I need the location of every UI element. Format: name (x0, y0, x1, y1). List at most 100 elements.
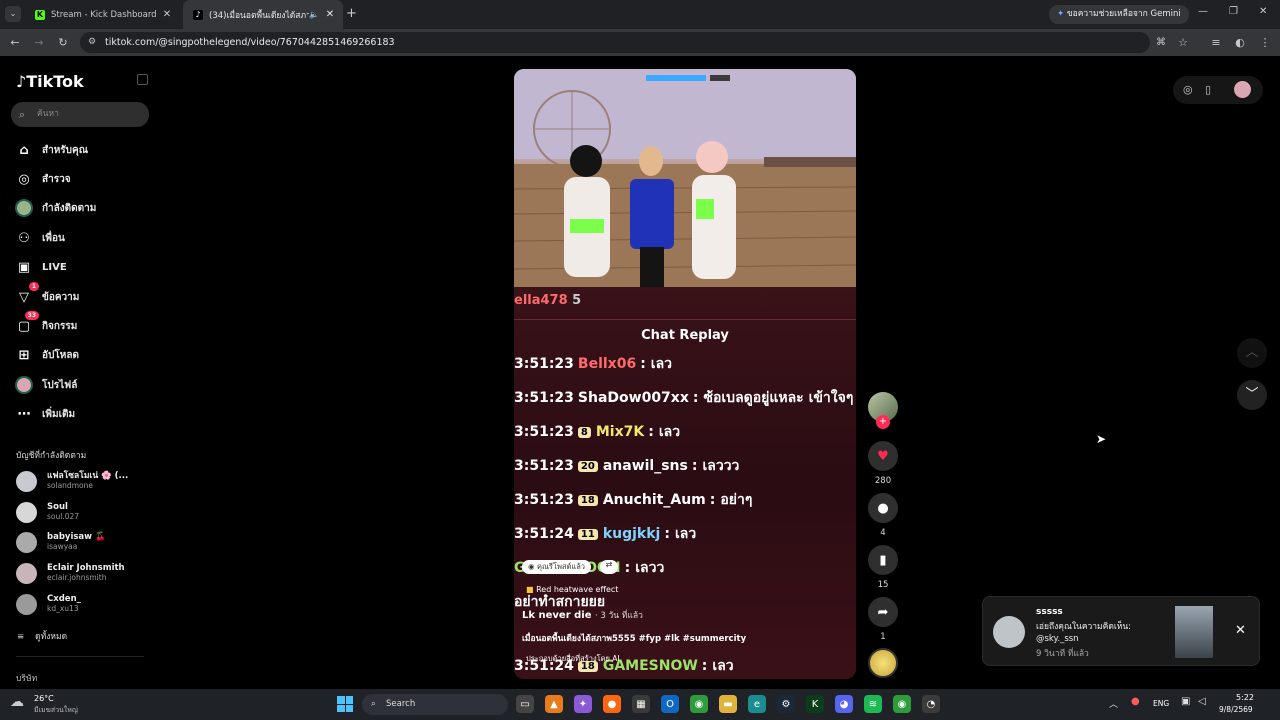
bookmark-star-icon[interactable]: ☆ (1175, 29, 1191, 56)
mic-icon[interactable]: ● (1131, 696, 1140, 707)
following-account[interactable]: Cxden_ kd_xu13 (16, 589, 156, 619)
chat-username: Mix7K (595, 424, 645, 440)
spotify-icon[interactable]: ≋ (864, 695, 882, 713)
close-window-button[interactable]: ✕ (1259, 6, 1267, 17)
following-account[interactable]: แฟลโซลโมเน่ 🌸 (... solandmone (16, 466, 156, 496)
following-account[interactable]: babyisaw 🍒 isawyaa (16, 527, 156, 557)
browser-window: ⌄ K Stream - Kick Dashboard ✕ ♪ (34)เมื่… (0, 0, 1280, 720)
sidebar-item-6[interactable]: ▽ 1 ข้อความ (15, 282, 155, 308)
account-avatar (16, 501, 37, 523)
user-avatar[interactable] (1234, 81, 1251, 98)
like-button[interactable]: ♥ (868, 441, 898, 471)
volume-icon[interactable]: ◁ (1198, 696, 1206, 707)
tiktok-logo[interactable]: ♪TikTok (16, 72, 84, 91)
clock-time[interactable]: 5:22 (1236, 693, 1254, 702)
video-player[interactable]: ella478 5 Chat Replay 3:51:23 Bellx06: เลว… (514, 69, 856, 679)
prev-video-button[interactable]: ︿ (1237, 338, 1267, 368)
tab-kick-dashboard[interactable]: K Stream - Kick Dashboard ✕ (25, 0, 180, 29)
url-text[interactable]: tiktok.com/@singpothelegend/video/767044… (105, 29, 395, 56)
network-icon[interactable]: ▣ (1181, 696, 1190, 707)
gemini-button[interactable]: ✦ ขอความช่วยเหลือจาก Gemini (1049, 5, 1189, 24)
compass-icon[interactable]: ◎ (1183, 83, 1193, 96)
see-all-link[interactable]: ≡ ดูทั้งหมด (17, 629, 67, 643)
weather-icon[interactable]: ☁ (10, 694, 24, 710)
sidebar-item-1[interactable]: ⌂ สำหรับคุณ (15, 139, 155, 161)
save-button[interactable]: ▮ (868, 545, 898, 575)
menu-icon[interactable]: ⋮ (1257, 29, 1273, 56)
maximize-button[interactable]: ❐ (1229, 6, 1238, 17)
taskbar-search[interactable]: ⌕ Search (362, 694, 508, 715)
sidebar-item-4[interactable]: ⚇ เพื่อน (15, 227, 155, 249)
task-view-icon[interactable]: ▭ (516, 695, 534, 713)
forward-icon[interactable]: → (31, 29, 47, 56)
sidebar-item-7[interactable]: ▢ 33 กิจกรรม (15, 311, 155, 337)
extension-icon[interactable]: ◐ (1232, 29, 1248, 56)
chrome-active-icon[interactable]: ◉ (893, 695, 911, 713)
file-explorer-icon[interactable]: ▬ (719, 695, 737, 713)
reload-icon[interactable]: ↻ (55, 29, 71, 56)
share-button[interactable]: ➦ (868, 597, 898, 627)
new-tab-button[interactable]: + (346, 6, 357, 21)
sidebar-item-2[interactable]: ◎ สำรวจ (15, 168, 155, 190)
close-tab-icon[interactable]: ✕ (323, 9, 337, 20)
sidebar-item-label: โปรไฟล์ (42, 379, 78, 391)
start-button[interactable] (337, 696, 353, 712)
close-tab-icon[interactable]: ✕ (160, 9, 174, 20)
sidebar-item-9[interactable]: โปรไฟล์ (15, 374, 155, 396)
app-icon[interactable]: ◔ (922, 695, 940, 713)
weather-temp[interactable]: 26°C (34, 694, 54, 703)
speaker-icon[interactable]: 🔈 (309, 10, 319, 19)
following-account[interactable]: Eclair Johnsmith eclair.johnsmith (16, 558, 156, 588)
chat-text: เลว (712, 658, 734, 674)
following-account[interactable]: Soul soul.027 (16, 497, 156, 527)
phone-icon[interactable]: ▯ (1205, 83, 1211, 96)
media-icon[interactable]: ≡ (1208, 29, 1224, 56)
tab-tiktok-video[interactable]: ♪ (34)เมื่อนอตพื้นเดียงได้สภาพ555 🔈 ✕ (183, 0, 343, 29)
music-disc-icon[interactable] (868, 648, 898, 678)
vlc-icon[interactable]: ▲ (545, 695, 563, 713)
back-icon[interactable]: ← (7, 29, 23, 56)
repost-pill[interactable]: ◉ คุณรีโพสต์แล้ว (522, 560, 592, 574)
sidebar-item-5[interactable]: ▣ LIVE (15, 256, 155, 278)
collapse-sidebar-icon[interactable] (137, 74, 148, 85)
clock-date[interactable]: 9/8/2569 (1219, 705, 1253, 714)
kick-app-icon[interactable]: K (806, 695, 824, 713)
copilot-icon[interactable]: ✦ (574, 695, 592, 713)
edge-icon[interactable]: e (748, 695, 766, 713)
minimize-button[interactable]: — (1198, 6, 1208, 17)
chat-timestamp: 3:51:23 (514, 356, 574, 372)
tiktok-sidebar: ♪TikTok ⌕ ค้นหา ⌂ สำหรับคุณ ◎ สำรวจกำลังติด… (0, 58, 158, 688)
sidebar-item-3[interactable]: กำลังติดตาม (15, 197, 155, 219)
chat-timestamp: 3:51:23 (514, 390, 574, 406)
chat-colon: : (640, 356, 646, 372)
steam-icon[interactable]: ⚙ (777, 695, 795, 713)
company-link[interactable]: บริษัท (16, 671, 37, 685)
follow-plus-icon[interactable]: + (876, 415, 890, 429)
account-text: Eclair Johnsmith eclair.johnsmith (47, 563, 125, 583)
more-icon: ⋯ (17, 406, 31, 422)
sidebar-item-10[interactable]: ⋯ เพิ่มเติม (15, 403, 155, 425)
search-input[interactable]: ⌕ ค้นหา (11, 102, 149, 127)
tab-search-chevron-icon[interactable]: ⌄ (5, 6, 21, 22)
effect-label[interactable]: ■ Red heatwave effect (526, 585, 618, 594)
notification-text: เอ่ยถึงคุณในความคิดเห็น: @sky._ssn (1036, 622, 1132, 644)
video-author[interactable]: Lk never die · 3 วัน ที่แล้ว (522, 608, 643, 622)
notification-badge: 1 (28, 282, 39, 291)
site-info-icon[interactable]: ⚙ (84, 29, 100, 56)
sidebar-item-8[interactable]: ⊞ อัปโหลด (15, 344, 155, 366)
comment-button[interactable]: ● (868, 493, 898, 523)
mention-notification[interactable]: sssss เอ่ยถึงคุณในความคิดเห็น: @sky._ssn… (982, 596, 1260, 666)
gemini-icon: ✦ (1057, 9, 1065, 19)
store-icon[interactable]: ▦ (632, 695, 650, 713)
discord-icon[interactable]: ◕ (835, 695, 853, 713)
firefox-icon[interactable]: ● (603, 695, 621, 713)
next-video-button[interactable]: ﹀ (1237, 380, 1267, 410)
chat-message: 3:51:24 11 kugjkkj: เลว (514, 523, 856, 545)
repost-icon[interactable]: ⇄ (600, 560, 618, 574)
outlook-icon[interactable]: O (661, 695, 679, 713)
language-indicator[interactable]: ENG (1153, 699, 1169, 708)
chrome-icon[interactable]: ◉ (690, 695, 708, 713)
tray-chevron-icon[interactable]: ︿ (1109, 697, 1118, 710)
translate-icon[interactable]: ⌘ (1153, 29, 1169, 56)
close-notification-icon[interactable]: ✕ (1235, 623, 1246, 638)
